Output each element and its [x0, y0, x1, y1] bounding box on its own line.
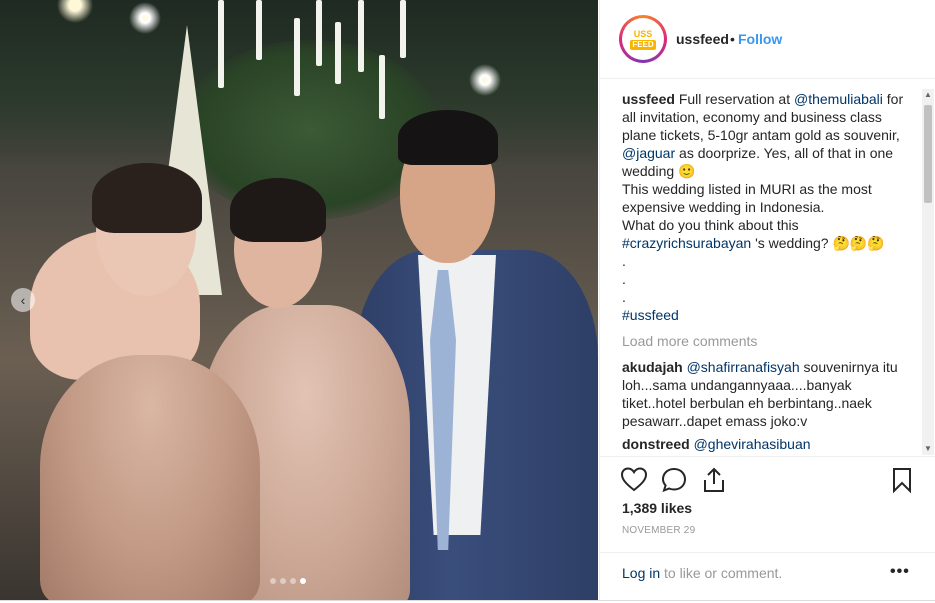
photo-woman2-hair	[230, 178, 326, 242]
caption-username[interactable]: ussfeed	[622, 91, 675, 107]
photo-candle	[256, 0, 262, 60]
chevron-left-icon: ‹	[20, 292, 26, 308]
header-separator: •	[730, 31, 735, 47]
load-more-comments-button[interactable]: Load more comments	[622, 332, 912, 350]
avatar-logo: USS FEED	[622, 18, 664, 60]
comment-mention[interactable]: @shafirranafisyah	[687, 359, 800, 375]
carousel-prev-button[interactable]: ‹	[11, 288, 35, 312]
avatar-logo-top: USS	[633, 29, 653, 39]
caption-text: Full reservation at	[678, 91, 791, 107]
photo-woman1-dress	[40, 355, 260, 600]
bookmark-icon[interactable]	[888, 466, 916, 494]
photo-candle	[379, 55, 385, 119]
action-bar	[600, 456, 935, 505]
caption-line: #ussfeed	[622, 306, 912, 324]
carousel-dot[interactable]	[280, 578, 286, 584]
instagram-post: ‹ USS FEED ussfeed • Follow ussfeed Full…	[0, 0, 935, 601]
login-prompt: Log in to like or comment.	[622, 565, 782, 581]
photo-candle	[335, 22, 341, 84]
post-date[interactable]: NOVEMBER 29	[622, 525, 695, 536]
photo-man-hair	[398, 110, 498, 165]
caption-line: This wedding listed in MURI as the most …	[622, 181, 872, 215]
comment-username[interactable]: akudajah	[622, 359, 683, 375]
scroll-up-arrow-icon[interactable]: ▲	[922, 89, 934, 101]
heart-icon[interactable]	[620, 466, 648, 494]
share-icon[interactable]	[700, 466, 728, 494]
scroll-down-arrow-icon[interactable]: ▼	[922, 443, 934, 455]
photo-candle	[294, 18, 300, 96]
photo-candle	[400, 0, 406, 58]
caption-line: What do you think about this #crazyrichs…	[622, 216, 912, 252]
comment: akudajah @shafirranafisyah souvenirnya i…	[622, 358, 912, 430]
caption-text: What do you think about this	[622, 217, 799, 233]
photo-woman1-hair	[92, 163, 202, 233]
caption-dot: .	[622, 253, 626, 269]
caption-dot: .	[622, 271, 626, 287]
caption-hashtag[interactable]: #crazyrichsurabayan	[622, 235, 751, 251]
scrollbar-thumb[interactable]	[924, 105, 932, 203]
caption-hashtag[interactable]: #ussfeed	[622, 307, 679, 323]
post-photo[interactable]: ‹	[0, 0, 598, 600]
comments-area[interactable]: ussfeed Full reservation at @themuliabal…	[622, 90, 912, 455]
carousel-dot-active[interactable]	[300, 578, 306, 584]
carousel-dot[interactable]	[290, 578, 296, 584]
caption-mention[interactable]: @jaguar	[622, 145, 675, 161]
header-username[interactable]: ussfeed	[676, 31, 729, 47]
comment-mention[interactable]: @ghevirahasibuan	[694, 436, 811, 452]
carousel-dot[interactable]	[270, 578, 276, 584]
photo-candle	[316, 0, 322, 66]
photo-candle	[358, 0, 364, 72]
post-header: USS FEED ussfeed • Follow	[600, 0, 935, 79]
carousel-dots	[270, 578, 306, 584]
caption-text: 's wedding? 🤔🤔🤔	[755, 235, 885, 251]
avatar-logo-bottom: FEED	[630, 40, 656, 50]
comment-icon[interactable]	[660, 466, 688, 494]
follow-button[interactable]: Follow	[738, 31, 782, 47]
caption-dot: .	[622, 289, 626, 305]
likes-count[interactable]: 1,389 likes	[622, 500, 692, 516]
avatar[interactable]: USS FEED	[619, 15, 667, 63]
caption: ussfeed Full reservation at @themuliabal…	[622, 90, 912, 180]
comment-username[interactable]: donstreed	[622, 436, 690, 452]
add-comment-bar: Log in to like or comment. •••	[600, 552, 935, 601]
caption-mention[interactable]: @themuliabali	[794, 91, 883, 107]
comment: donstreed @ghevirahasibuan	[622, 435, 912, 453]
more-options-icon[interactable]: •••	[890, 563, 910, 581]
login-prompt-text: to like or comment.	[664, 565, 783, 581]
login-link[interactable]: Log in	[622, 565, 660, 581]
comments-scrollbar[interactable]: ▲ ▼	[922, 89, 934, 455]
post-side-panel: USS FEED ussfeed • Follow ussfeed Full r…	[599, 0, 935, 600]
